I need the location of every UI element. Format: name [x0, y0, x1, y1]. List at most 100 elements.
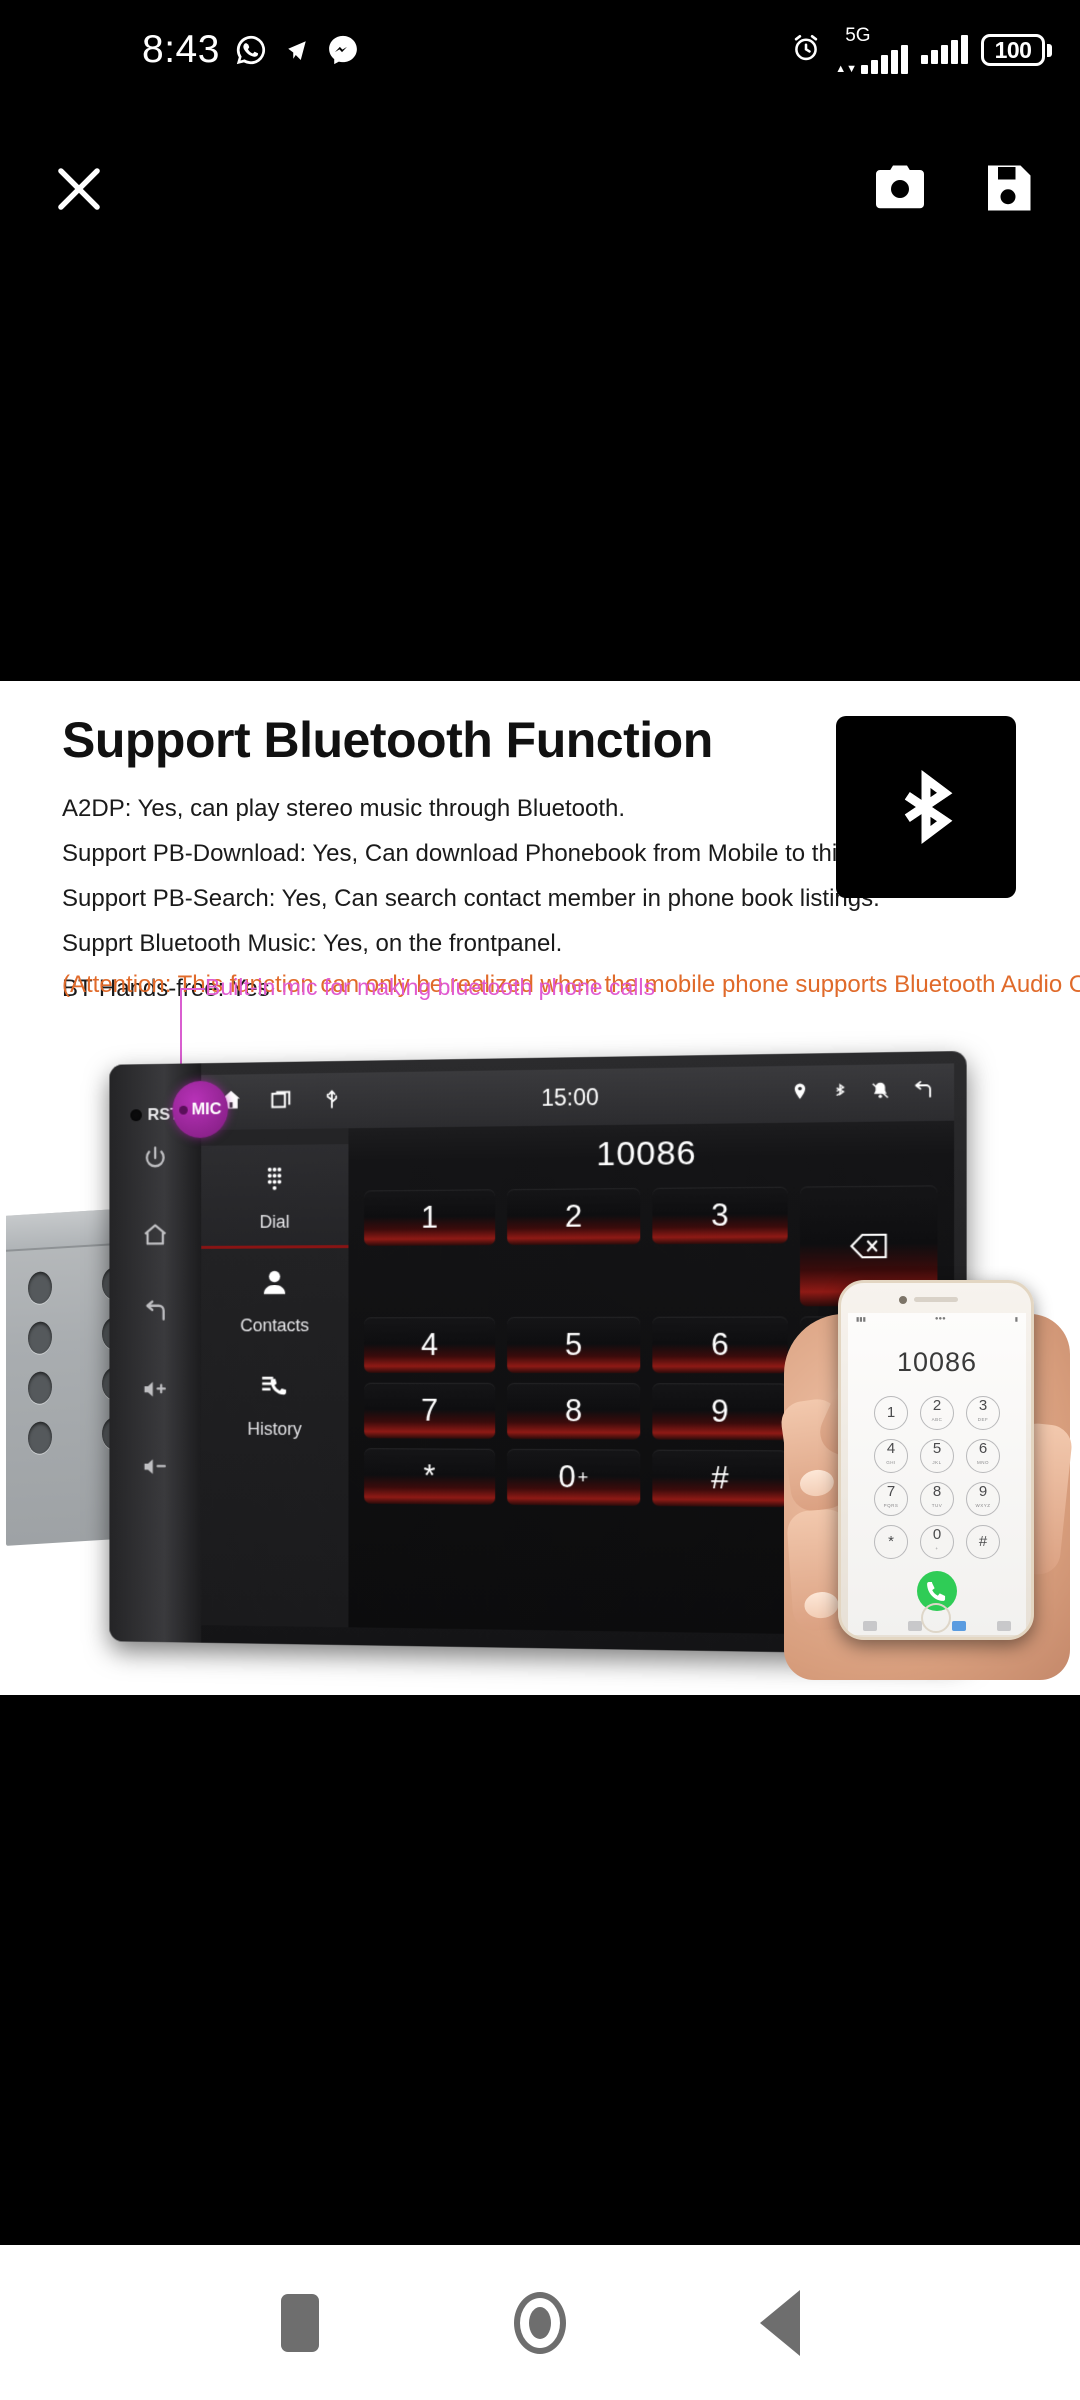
- phone-key-digit: 7: [886, 1483, 896, 1500]
- phone-key-3[interactable]: 3 DEF: [966, 1396, 1000, 1430]
- phone-keypad: 1 2 ABC 3 DEF 4 GHI 5 JKL 6 MNO 7 PQRS 8 TUV 9 W…: [848, 1378, 1026, 1559]
- dial-key-8[interactable]: 8: [507, 1382, 641, 1440]
- telegram-icon: [282, 35, 312, 65]
- phone-status-bar: ▮▮▮ ●●● ▮: [856, 1316, 1018, 1323]
- bluetooth-icon: [904, 770, 953, 844]
- dialed-number: 10086: [596, 1133, 697, 1174]
- phone-key-letters: MNO: [977, 1460, 989, 1465]
- dial-key-star[interactable]: *: [364, 1448, 496, 1505]
- dial-key-4[interactable]: 4: [364, 1317, 496, 1373]
- dial-key-0[interactable]: 0 +: [507, 1448, 641, 1506]
- phone-key-letters: TUV: [931, 1503, 943, 1508]
- power-button[interactable]: [142, 1144, 169, 1179]
- phone-key-star[interactable]: *: [874, 1525, 908, 1559]
- camera-button[interactable]: [870, 158, 930, 218]
- messenger-icon: [326, 33, 360, 67]
- lcd-recents-icon[interactable]: [269, 1086, 294, 1117]
- volume-up-icon: [144, 1375, 170, 1404]
- volume-up-button[interactable]: [141, 1375, 170, 1411]
- dial-key-hash[interactable]: #: [652, 1449, 788, 1508]
- tab-dial[interactable]: Dial: [201, 1144, 349, 1249]
- image-viewer-toolbar: [0, 140, 1080, 240]
- dial-key-5[interactable]: 5: [507, 1316, 641, 1374]
- phone-key-5[interactable]: 5 JKL: [920, 1439, 954, 1473]
- smartphone: ▮▮▮ ●●● ▮ 10086 1 2 ABC 3 DEF 4 GHI 5 JKL 6 MNO…: [838, 1280, 1034, 1640]
- tab-contacts[interactable]: Contacts: [201, 1248, 348, 1352]
- stereo-home-button[interactable]: [141, 1220, 170, 1256]
- phone-key-digit: 8: [932, 1483, 942, 1500]
- phone-key-digit: 3: [978, 1397, 988, 1414]
- recents-icon: [281, 2293, 319, 2352]
- backspace-icon: [845, 1233, 893, 1260]
- phone-key-letters: JKL: [932, 1460, 942, 1465]
- phone-key-2[interactable]: 2 ABC: [920, 1396, 954, 1430]
- tab-dial-label: Dial: [259, 1211, 290, 1232]
- spec-item: Support PB-Search: Yes, Can search conta…: [62, 885, 880, 912]
- close-button[interactable]: [48, 158, 110, 220]
- lcd-mute-icon: [869, 1079, 892, 1107]
- save-button[interactable]: [978, 158, 1038, 218]
- dial-key-6[interactable]: 6: [652, 1316, 788, 1374]
- phone-dialed-number: 10086: [896, 1347, 978, 1377]
- bluetooth-badge: [836, 716, 1016, 898]
- data-arrows-icon: ▲▼: [835, 63, 857, 75]
- stereo-back-button[interactable]: [141, 1297, 170, 1333]
- phone-key-digit: *: [888, 1533, 894, 1550]
- mic-hole-icon: [179, 1105, 188, 1115]
- lcd-usb-icon[interactable]: [319, 1085, 344, 1116]
- phone-key-digit: 1: [886, 1404, 896, 1421]
- dial-key-1[interactable]: 1: [364, 1189, 496, 1246]
- lcd-location-icon: [789, 1080, 812, 1108]
- tab-history-label: History: [247, 1418, 302, 1439]
- annotation-leader-vertical: [180, 988, 182, 1066]
- back-icon: [760, 2289, 800, 2356]
- dial-key-0-plus: +: [577, 1466, 589, 1487]
- dial-key-0-digit: 0: [558, 1459, 576, 1495]
- phone-home-button[interactable]: [921, 1603, 951, 1633]
- nav-recents-button[interactable]: [255, 2278, 345, 2368]
- lcd-status-bar: 15:00: [201, 1063, 955, 1131]
- dial-key-3[interactable]: 3: [652, 1186, 788, 1245]
- phone-key-9[interactable]: 9 WXYZ: [966, 1482, 1000, 1516]
- phone-key-7[interactable]: 7 PQRS: [874, 1482, 908, 1516]
- phone-key-6[interactable]: 6 MNO: [966, 1439, 1000, 1473]
- lcd-back-icon[interactable]: [910, 1077, 935, 1107]
- battery-level: 100: [981, 34, 1045, 66]
- phone-key-digit: 4: [886, 1440, 896, 1457]
- spec-item: Support PB-Download: Yes, Can download P…: [62, 840, 902, 867]
- volume-down-button[interactable]: [141, 1452, 170, 1488]
- phone-key-hash[interactable]: #: [966, 1525, 1000, 1559]
- battery-icon: 100: [981, 34, 1052, 66]
- dial-key-9[interactable]: 9: [652, 1383, 788, 1441]
- phone-key-4[interactable]: 4 GHI: [874, 1439, 908, 1473]
- annotation-label: Built-in mic for making bluetooth phone …: [205, 974, 656, 1000]
- phone-screen: ▮▮▮ ●●● ▮ 10086 1 2 ABC 3 DEF 4 GHI 5 JKL 6 MNO…: [848, 1313, 1026, 1635]
- phone-key-1[interactable]: 1: [874, 1396, 908, 1430]
- phone-key-digit: 5: [932, 1440, 942, 1457]
- phone-key-digit: #: [978, 1533, 988, 1550]
- signal-bars-5g-icon: 5G ▲▼: [835, 26, 908, 75]
- signal-bars-icon: [921, 35, 968, 64]
- nav-back-button[interactable]: [735, 2278, 825, 2368]
- tab-history[interactable]: History: [201, 1352, 348, 1456]
- home-icon: [514, 2291, 566, 2354]
- phone-key-8[interactable]: 8 TUV: [920, 1482, 954, 1516]
- phone-key-letters: ABC: [931, 1417, 943, 1422]
- phone-key-digit: 0: [932, 1526, 942, 1543]
- save-icon: [988, 165, 1031, 211]
- lcd-bluetooth-icon: [830, 1081, 851, 1107]
- phone-key-letters: DEF: [977, 1417, 989, 1422]
- phone-key-0[interactable]: 0 +: [920, 1525, 954, 1559]
- hand-holding-phone: ▮▮▮ ●●● ▮ 10086 1 2 ABC 3 DEF 4 GHI 5 JKL 6 MNO…: [778, 1280, 1074, 1680]
- phone-key-letters: PQRS: [883, 1503, 899, 1508]
- phone-key-letters: WXYZ: [975, 1503, 991, 1508]
- system-navigation-bar: [0, 2245, 1080, 2400]
- keypad-icon: [260, 1159, 289, 1201]
- status-bar-right: 5G ▲▼ 100: [790, 0, 1052, 100]
- call-icon: [927, 1582, 946, 1601]
- dial-key-2[interactable]: 2: [507, 1187, 641, 1246]
- spec-item: Supprt Bluetooth Music: Yes, on the fron…: [62, 930, 563, 957]
- dial-key-7[interactable]: 7: [364, 1382, 496, 1439]
- camera-icon: [876, 165, 924, 209]
- nav-home-button[interactable]: [495, 2278, 585, 2368]
